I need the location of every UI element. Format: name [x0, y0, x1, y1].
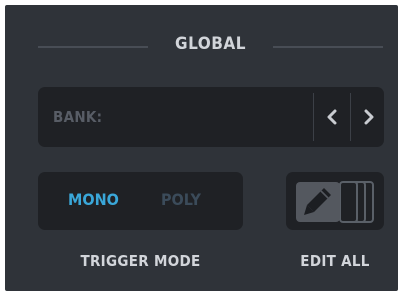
global-settings-panel: GLOBAL BANK: MONO POLY TRIGGER MODE EDIT…	[5, 5, 398, 291]
bank-next-button[interactable]	[351, 97, 387, 137]
bank-prev-button[interactable]	[314, 97, 350, 137]
edit-all-caption: EDIT ALL	[300, 252, 370, 270]
section-divider-left	[38, 46, 148, 48]
trigger-mode-mono-option[interactable]: MONO	[68, 190, 119, 209]
trigger-mode-toggle: MONO POLY	[38, 172, 243, 230]
trigger-mode-caption: TRIGGER MODE	[80, 252, 201, 270]
bank-selector: BANK:	[38, 87, 384, 147]
edit-all-button[interactable]	[286, 172, 384, 230]
section-divider-right	[273, 46, 383, 48]
edit-all-graphic	[296, 181, 374, 223]
bank-label: BANK:	[53, 108, 103, 126]
chevron-right-icon	[364, 109, 374, 125]
trigger-mode-poly-option[interactable]: POLY	[161, 190, 201, 209]
chevron-left-icon	[327, 109, 337, 125]
section-title: GLOBAL	[175, 34, 246, 54]
